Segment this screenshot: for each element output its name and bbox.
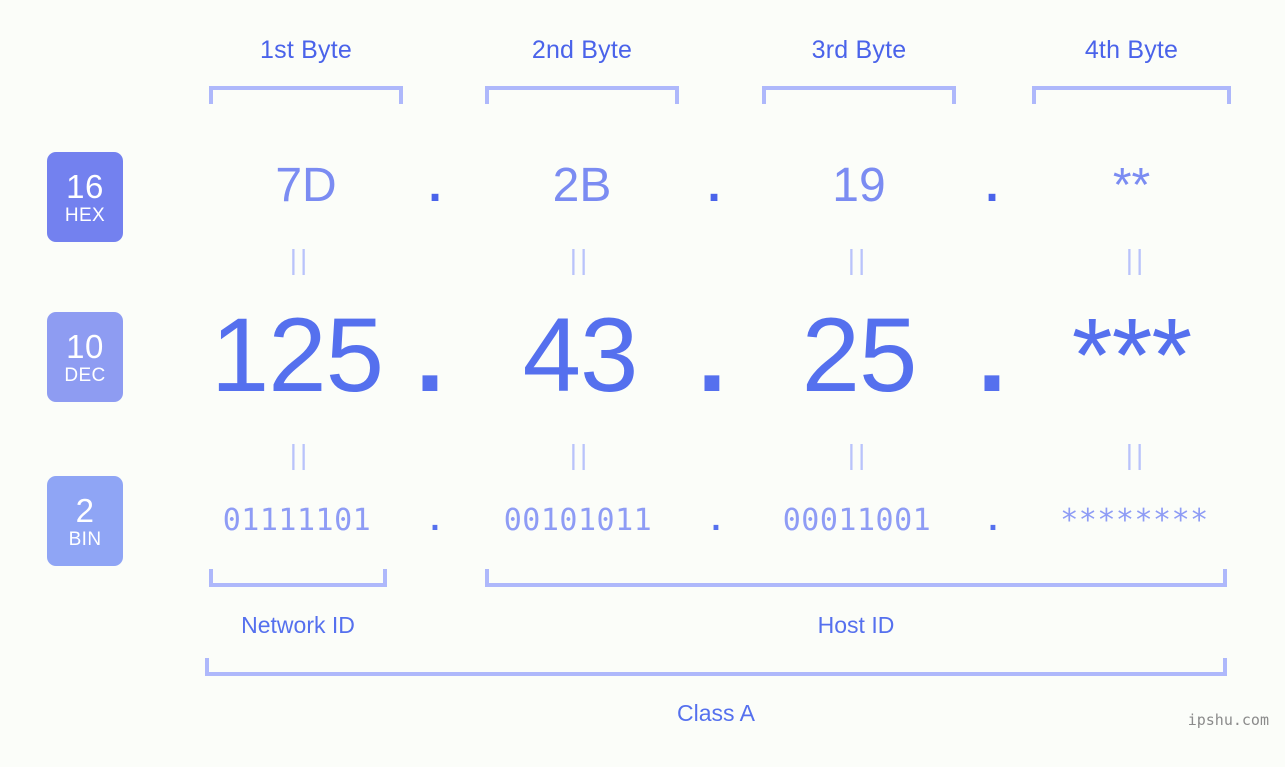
radix-badge-hex-number: 16 — [66, 167, 104, 205]
bin-separator-2: . — [711, 500, 721, 538]
host-id-bracket — [485, 569, 1227, 587]
byte-bracket-3 — [762, 86, 956, 104]
radix-badge-dec-number: 10 — [66, 327, 104, 365]
equals-mark-dec-bin-1: || — [289, 439, 311, 470]
dec-separator-3: . — [977, 297, 1007, 414]
dec-separator-1: . — [415, 297, 445, 414]
dec-separator-2: . — [697, 297, 727, 414]
equals-mark-dec-bin-2: || — [569, 439, 591, 470]
hex-octet-4: ** — [1112, 159, 1151, 212]
dec-octet-3: 25 — [801, 297, 918, 414]
dec-octet-4: *** — [1071, 297, 1193, 414]
equals-mark-dec-bin-3: || — [847, 439, 869, 470]
network-id-label: Network ID — [241, 612, 355, 638]
equals-mark-hex-dec-3: || — [847, 244, 869, 275]
byte-header-3: 3rd Byte — [811, 36, 907, 64]
radix-badge-dec: 10 DEC — [47, 312, 123, 402]
radix-badge-dec-abbr: DEC — [64, 364, 106, 386]
radix-badge-bin-abbr: BIN — [68, 528, 102, 550]
network-id-bracket — [209, 569, 387, 587]
byte-header-2: 2nd Byte — [531, 36, 633, 64]
class-bracket — [205, 658, 1227, 676]
dec-octet-2: 43 — [522, 297, 639, 414]
bin-octet-4: ******** — [1060, 503, 1209, 538]
bin-separator-1: . — [430, 500, 440, 538]
equals-mark-dec-bin-4: || — [1125, 439, 1147, 470]
radix-badge-bin: 2 BIN — [47, 476, 123, 566]
hex-separator-1: . — [428, 159, 442, 212]
host-id-label: Host ID — [817, 612, 895, 638]
byte-bracket-1 — [209, 86, 403, 104]
class-label: Class A — [677, 700, 755, 726]
equals-mark-hex-dec-2: || — [569, 244, 591, 275]
dec-octet-1: 125 — [210, 297, 384, 414]
hex-octet-1: 7D — [275, 159, 337, 212]
bin-octet-3: 00011001 — [782, 503, 932, 538]
byte-bracket-4 — [1032, 86, 1231, 104]
hex-separator-3: . — [985, 159, 999, 212]
hex-octet-3: 19 — [832, 159, 886, 212]
site-watermark: ipshu.com — [1187, 711, 1269, 729]
byte-header-4: 4th Byte — [1084, 36, 1179, 64]
ip-address-breakdown-diagram: 1st Byte 2nd Byte 3rd Byte 4th Byte 16 H… — [0, 0, 1285, 767]
bin-separator-3: . — [988, 500, 998, 538]
bin-octet-2: 00101011 — [503, 503, 653, 538]
radix-badge-bin-number: 2 — [75, 491, 95, 529]
hex-octet-2: 2B — [552, 159, 612, 212]
equals-mark-hex-dec-1: || — [289, 244, 311, 275]
byte-header-1: 1st Byte — [260, 36, 352, 64]
byte-bracket-2 — [485, 86, 679, 104]
bin-octet-1: 01111101 — [222, 503, 372, 538]
radix-badge-hex-abbr: HEX — [64, 204, 106, 226]
radix-badge-hex: 16 HEX — [47, 152, 123, 242]
hex-separator-2: . — [707, 159, 721, 212]
equals-mark-hex-dec-4: || — [1125, 244, 1147, 275]
